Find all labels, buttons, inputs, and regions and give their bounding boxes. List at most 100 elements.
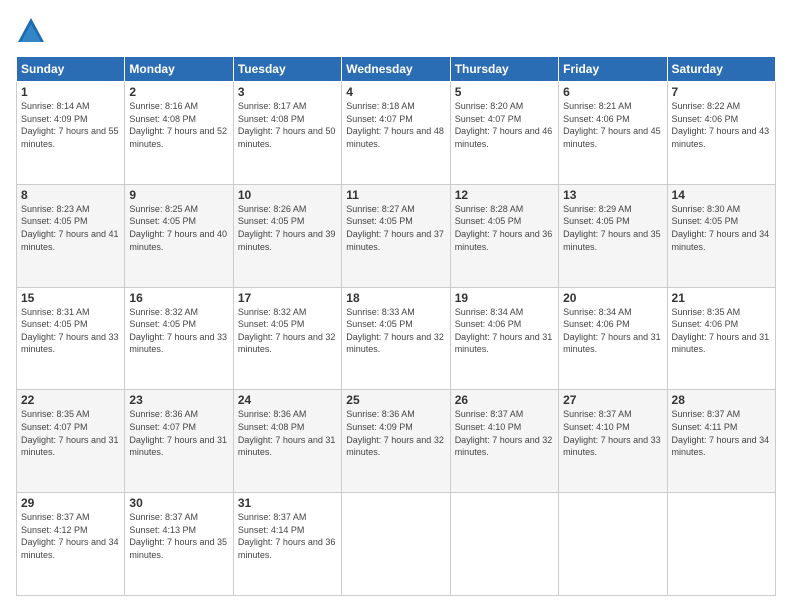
calendar-header-row: Sunday Monday Tuesday Wednesday Thursday… [17,57,776,82]
day-number: 16 [129,291,228,305]
calendar-cell [559,493,667,596]
day-number: 27 [563,393,662,407]
day-info: Sunrise: 8:26 AMSunset: 4:05 PMDaylight:… [238,203,337,253]
calendar-cell: 22Sunrise: 8:35 AMSunset: 4:07 PMDayligh… [17,390,125,493]
col-friday: Friday [559,57,667,82]
calendar-cell: 25Sunrise: 8:36 AMSunset: 4:09 PMDayligh… [342,390,450,493]
day-info: Sunrise: 8:16 AMSunset: 4:08 PMDaylight:… [129,100,228,150]
day-info: Sunrise: 8:28 AMSunset: 4:05 PMDaylight:… [455,203,554,253]
day-info: Sunrise: 8:30 AMSunset: 4:05 PMDaylight:… [672,203,771,253]
calendar-cell: 7Sunrise: 8:22 AMSunset: 4:06 PMDaylight… [667,82,775,185]
calendar-cell: 14Sunrise: 8:30 AMSunset: 4:05 PMDayligh… [667,184,775,287]
day-info: Sunrise: 8:18 AMSunset: 4:07 PMDaylight:… [346,100,445,150]
page: Sunday Monday Tuesday Wednesday Thursday… [0,0,792,612]
calendar-cell: 19Sunrise: 8:34 AMSunset: 4:06 PMDayligh… [450,287,558,390]
day-info: Sunrise: 8:36 AMSunset: 4:07 PMDaylight:… [129,408,228,458]
day-number: 20 [563,291,662,305]
day-info: Sunrise: 8:29 AMSunset: 4:05 PMDaylight:… [563,203,662,253]
table-row: 22Sunrise: 8:35 AMSunset: 4:07 PMDayligh… [17,390,776,493]
day-number: 8 [21,188,120,202]
calendar-cell: 31Sunrise: 8:37 AMSunset: 4:14 PMDayligh… [233,493,341,596]
calendar-cell: 20Sunrise: 8:34 AMSunset: 4:06 PMDayligh… [559,287,667,390]
col-wednesday: Wednesday [342,57,450,82]
day-info: Sunrise: 8:31 AMSunset: 4:05 PMDaylight:… [21,306,120,356]
day-number: 18 [346,291,445,305]
day-info: Sunrise: 8:37 AMSunset: 4:11 PMDaylight:… [672,408,771,458]
day-number: 5 [455,85,554,99]
table-row: 15Sunrise: 8:31 AMSunset: 4:05 PMDayligh… [17,287,776,390]
calendar-cell: 11Sunrise: 8:27 AMSunset: 4:05 PMDayligh… [342,184,450,287]
calendar-cell: 5Sunrise: 8:20 AMSunset: 4:07 PMDaylight… [450,82,558,185]
day-number: 14 [672,188,771,202]
day-info: Sunrise: 8:34 AMSunset: 4:06 PMDaylight:… [563,306,662,356]
col-monday: Monday [125,57,233,82]
calendar-cell: 9Sunrise: 8:25 AMSunset: 4:05 PMDaylight… [125,184,233,287]
day-info: Sunrise: 8:33 AMSunset: 4:05 PMDaylight:… [346,306,445,356]
calendar-cell [450,493,558,596]
day-info: Sunrise: 8:37 AMSunset: 4:10 PMDaylight:… [455,408,554,458]
day-number: 13 [563,188,662,202]
logo [16,16,50,46]
day-number: 15 [21,291,120,305]
calendar-cell: 30Sunrise: 8:37 AMSunset: 4:13 PMDayligh… [125,493,233,596]
calendar-cell: 1Sunrise: 8:14 AMSunset: 4:09 PMDaylight… [17,82,125,185]
day-info: Sunrise: 8:37 AMSunset: 4:14 PMDaylight:… [238,511,337,561]
day-info: Sunrise: 8:37 AMSunset: 4:13 PMDaylight:… [129,511,228,561]
day-number: 30 [129,496,228,510]
calendar-cell: 17Sunrise: 8:32 AMSunset: 4:05 PMDayligh… [233,287,341,390]
calendar-cell: 18Sunrise: 8:33 AMSunset: 4:05 PMDayligh… [342,287,450,390]
day-number: 3 [238,85,337,99]
calendar-cell: 2Sunrise: 8:16 AMSunset: 4:08 PMDaylight… [125,82,233,185]
calendar-cell: 21Sunrise: 8:35 AMSunset: 4:06 PMDayligh… [667,287,775,390]
day-info: Sunrise: 8:22 AMSunset: 4:06 PMDaylight:… [672,100,771,150]
calendar-cell: 4Sunrise: 8:18 AMSunset: 4:07 PMDaylight… [342,82,450,185]
day-number: 9 [129,188,228,202]
day-info: Sunrise: 8:37 AMSunset: 4:10 PMDaylight:… [563,408,662,458]
day-number: 10 [238,188,337,202]
calendar-cell: 8Sunrise: 8:23 AMSunset: 4:05 PMDaylight… [17,184,125,287]
day-info: Sunrise: 8:32 AMSunset: 4:05 PMDaylight:… [238,306,337,356]
table-row: 1Sunrise: 8:14 AMSunset: 4:09 PMDaylight… [17,82,776,185]
header [16,16,776,46]
day-number: 1 [21,85,120,99]
day-number: 12 [455,188,554,202]
day-number: 31 [238,496,337,510]
calendar-cell: 13Sunrise: 8:29 AMSunset: 4:05 PMDayligh… [559,184,667,287]
calendar-cell: 15Sunrise: 8:31 AMSunset: 4:05 PMDayligh… [17,287,125,390]
calendar-cell [342,493,450,596]
day-info: Sunrise: 8:35 AMSunset: 4:07 PMDaylight:… [21,408,120,458]
calendar-table: Sunday Monday Tuesday Wednesday Thursday… [16,56,776,596]
col-tuesday: Tuesday [233,57,341,82]
calendar-cell: 3Sunrise: 8:17 AMSunset: 4:08 PMDaylight… [233,82,341,185]
calendar-cell: 12Sunrise: 8:28 AMSunset: 4:05 PMDayligh… [450,184,558,287]
calendar-cell: 27Sunrise: 8:37 AMSunset: 4:10 PMDayligh… [559,390,667,493]
table-row: 29Sunrise: 8:37 AMSunset: 4:12 PMDayligh… [17,493,776,596]
day-info: Sunrise: 8:36 AMSunset: 4:09 PMDaylight:… [346,408,445,458]
day-info: Sunrise: 8:35 AMSunset: 4:06 PMDaylight:… [672,306,771,356]
col-thursday: Thursday [450,57,558,82]
day-number: 29 [21,496,120,510]
day-number: 4 [346,85,445,99]
day-number: 28 [672,393,771,407]
day-number: 19 [455,291,554,305]
calendar-cell: 28Sunrise: 8:37 AMSunset: 4:11 PMDayligh… [667,390,775,493]
day-info: Sunrise: 8:17 AMSunset: 4:08 PMDaylight:… [238,100,337,150]
col-sunday: Sunday [17,57,125,82]
day-number: 24 [238,393,337,407]
day-info: Sunrise: 8:14 AMSunset: 4:09 PMDaylight:… [21,100,120,150]
day-info: Sunrise: 8:37 AMSunset: 4:12 PMDaylight:… [21,511,120,561]
day-info: Sunrise: 8:36 AMSunset: 4:08 PMDaylight:… [238,408,337,458]
day-info: Sunrise: 8:32 AMSunset: 4:05 PMDaylight:… [129,306,228,356]
day-number: 7 [672,85,771,99]
day-number: 26 [455,393,554,407]
calendar-cell: 6Sunrise: 8:21 AMSunset: 4:06 PMDaylight… [559,82,667,185]
logo-icon [16,16,46,46]
calendar-cell [667,493,775,596]
table-row: 8Sunrise: 8:23 AMSunset: 4:05 PMDaylight… [17,184,776,287]
day-info: Sunrise: 8:20 AMSunset: 4:07 PMDaylight:… [455,100,554,150]
day-number: 11 [346,188,445,202]
calendar-cell: 26Sunrise: 8:37 AMSunset: 4:10 PMDayligh… [450,390,558,493]
calendar-cell: 16Sunrise: 8:32 AMSunset: 4:05 PMDayligh… [125,287,233,390]
col-saturday: Saturday [667,57,775,82]
day-number: 22 [21,393,120,407]
